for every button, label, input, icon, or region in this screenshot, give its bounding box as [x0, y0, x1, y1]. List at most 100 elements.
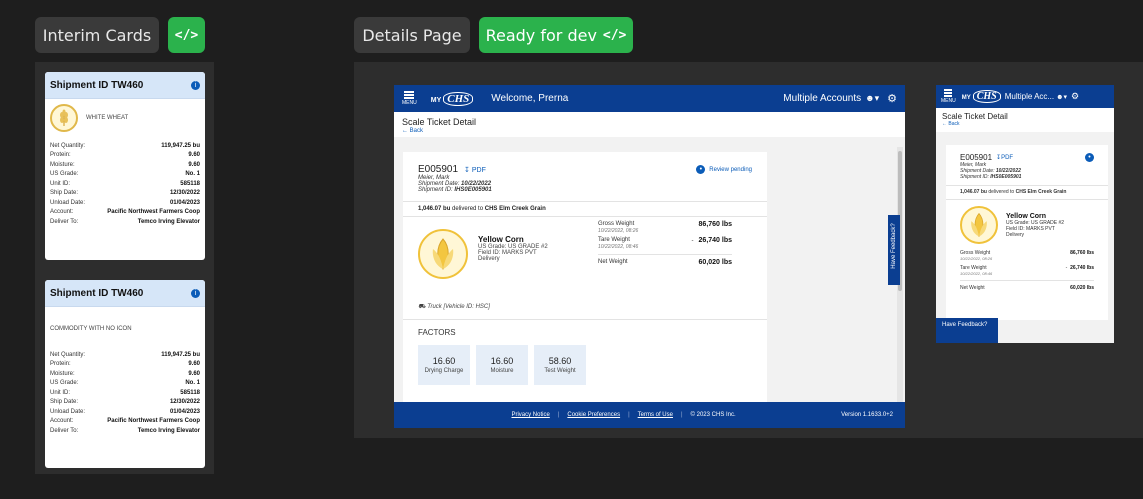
- row-label: Unload Date:: [50, 199, 86, 206]
- card-title: Shipment ID TW460: [50, 287, 144, 299]
- row-value: 119,947.25 bu: [161, 142, 200, 149]
- shipment-id-label: Shipment ID:: [960, 174, 989, 180]
- chs-logo[interactable]: MY CHS: [431, 91, 474, 106]
- hamburger-icon: [944, 89, 953, 97]
- card-detail-row: Moisture: 9.60: [50, 160, 200, 170]
- row-label: Deliver To:: [50, 427, 79, 434]
- cookies-link[interactable]: Cookie Preferences: [567, 412, 620, 418]
- row-label: Net Quantity:: [50, 142, 86, 149]
- gross-weight-value: 86,760 lbs: [1070, 250, 1094, 256]
- page-header: Scale Ticket Detail ← Back: [936, 108, 1114, 132]
- clock-icon: •: [1085, 153, 1094, 162]
- terms-link[interactable]: Terms of Use: [638, 412, 673, 418]
- card-detail-row: Moisture: 9.60: [50, 369, 200, 379]
- ticket-id: E005901: [960, 153, 993, 162]
- row-value: 585118: [180, 180, 200, 187]
- row-label: Account:: [50, 418, 74, 425]
- row-value: 01/04/2023: [169, 199, 200, 206]
- row-value: 9.60: [188, 370, 200, 377]
- ready-for-dev-button[interactable]: Ready for dev </>: [479, 17, 633, 53]
- shipment-card[interactable]: Shipment ID TW460 i COMMODITY WITH NO IC…: [45, 280, 205, 468]
- row-label: Protein:: [50, 152, 71, 159]
- tare-weight-label: Tare Weight: [598, 237, 630, 243]
- feedback-tab[interactable]: Have Feedback?: [936, 318, 998, 343]
- factors-title: FACTORS: [418, 328, 456, 337]
- row-label: Moisture:: [50, 161, 75, 168]
- delivered-qty: 1,046.07 bu: [960, 189, 987, 195]
- row-value: 9.60: [188, 152, 200, 159]
- shipment-card[interactable]: Shipment ID TW460 i WHITE WHEAT Net Quan…: [45, 72, 205, 260]
- desktop-detail-view: MENU MY CHS Welcome, Prerna Multiple Acc…: [394, 85, 905, 428]
- card-detail-row: Deliver To: Temco Irving Elevator: [50, 426, 200, 436]
- commodity-name: COMMODITY WITH NO ICON: [50, 325, 132, 332]
- top-navbar: MENU MY CHS Welcome, Prerna Multiple Acc…: [394, 85, 905, 112]
- card-detail-row: Deliver To: Temco Irving Elevator: [50, 217, 200, 227]
- wheat-icon: [50, 104, 78, 132]
- row-label: Ship Date:: [50, 399, 79, 406]
- settings-gear-icon[interactable]: ⚙: [887, 92, 897, 105]
- ticket-card: E005901 ↧PDF • Meier, Mark Shipment Date…: [946, 145, 1108, 320]
- info-icon[interactable]: i: [191, 288, 200, 298]
- back-link[interactable]: ← Back: [402, 128, 897, 134]
- accounts-group-icon: ☻▾: [865, 93, 880, 103]
- info-icon[interactable]: i: [191, 80, 200, 90]
- factor-label: Moisture: [490, 368, 514, 374]
- row-value: 9.60: [188, 361, 200, 368]
- menu-button[interactable]: MENU: [402, 91, 417, 106]
- logo-chs: CHS: [443, 91, 474, 106]
- footer: Privacy Notice | Cookie Preferences | Term…: [394, 402, 905, 428]
- settings-gear-icon[interactable]: ⚙: [1071, 91, 1079, 102]
- row-value: Temco Irving Elevator: [137, 427, 200, 434]
- review-status: Review pending: [709, 166, 752, 173]
- interim-code-button[interactable]: </>: [168, 17, 205, 53]
- factor-value: 16.60: [432, 356, 456, 366]
- commodity-name: Yellow Corn: [478, 235, 524, 244]
- delivered-to: CHS Elm Creek Grain: [1015, 189, 1067, 195]
- accounts-selector[interactable]: Multiple Acc...: [1005, 92, 1054, 101]
- clock-icon: •: [696, 165, 706, 174]
- row-value: No. 1: [185, 380, 200, 387]
- net-weight-value: 60,020 lbs: [1070, 285, 1094, 291]
- card-detail-row: Unit ID: 585118: [50, 179, 200, 189]
- net-weight-label: Net Weight: [960, 285, 985, 291]
- delivered-to: CHS Elm Creek Grain: [484, 206, 546, 212]
- card-detail-row: Unload Date: 01/04/2023: [50, 407, 200, 417]
- feedback-tab[interactable]: Have Feedback?: [888, 215, 900, 285]
- shipment-id: IHS0E005901: [454, 187, 492, 193]
- row-label: Ship Date:: [50, 190, 79, 197]
- card-detail-row: Protein: 9.60: [50, 360, 200, 370]
- card-detail-row: Net Quantity: 119,947.25 bu: [50, 141, 200, 151]
- net-weight-label: Net Weight: [598, 259, 628, 265]
- row-label: Account:: [50, 209, 74, 216]
- menu-label: MENU: [402, 100, 417, 106]
- privacy-link[interactable]: Privacy Notice: [511, 412, 549, 418]
- factor-value: 16.60: [490, 356, 514, 366]
- delivered-qty: 1,046.07 bu: [418, 206, 451, 212]
- tare-weight-date: 10/22/2022, 08:46: [598, 244, 639, 250]
- accounts-selector[interactable]: Multiple Accounts: [783, 93, 861, 104]
- gross-weight-date: 10/22/2022, 08:26: [960, 256, 993, 261]
- delivered-text: delivered to: [452, 206, 484, 212]
- logo-my: MY: [961, 95, 971, 101]
- pdf-download-link[interactable]: ↧PDF: [996, 154, 1013, 161]
- pdf-download-link[interactable]: ↧ PDF: [464, 166, 486, 174]
- row-label: US Grade:: [50, 380, 79, 387]
- shipment-id: IHS0E005901: [990, 174, 1022, 180]
- tare-weight-value: 26,740 lbs: [1070, 265, 1094, 271]
- card-detail-row: US Grade: No. 1: [50, 379, 200, 389]
- menu-button[interactable]: MENU: [941, 89, 956, 104]
- card-detail-row: Account: Pacific Northwest Farmers Coop: [50, 208, 200, 218]
- row-value: 9.60: [188, 161, 200, 168]
- hamburger-icon: [404, 91, 415, 99]
- pdf-label: PDF: [1001, 155, 1014, 161]
- corn-icon: [960, 206, 998, 244]
- back-link[interactable]: ← Back: [942, 121, 1108, 127]
- commodity-name: WHITE WHEAT: [86, 115, 129, 121]
- top-navbar: MENU MY CHS Multiple Acc... ☻▾ ⚙: [936, 85, 1114, 108]
- row-value: 01/04/2023: [169, 408, 200, 415]
- shipment-id-label: Shipment ID:: [418, 187, 453, 193]
- interim-cards-label: Interim Cards: [35, 17, 159, 53]
- row-label: Unit ID:: [50, 180, 71, 187]
- factor-value: 58.60: [548, 356, 572, 366]
- chs-logo[interactable]: MY CHS: [962, 90, 1001, 103]
